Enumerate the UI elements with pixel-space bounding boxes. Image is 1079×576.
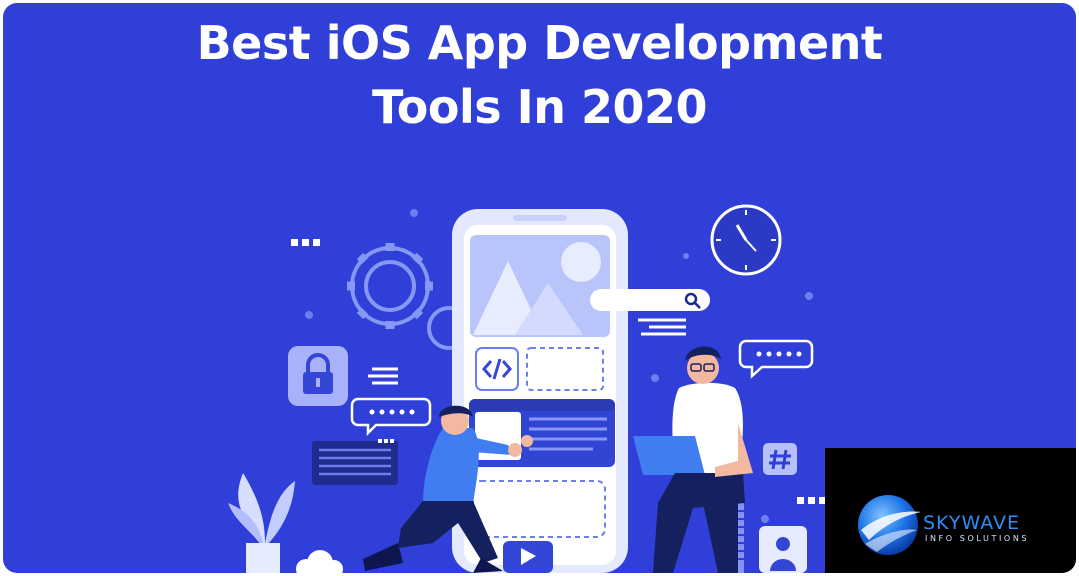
brand-name: SKYWAVE — [923, 512, 1020, 534]
hash-icon — [763, 443, 797, 475]
plant-icon — [228, 473, 295, 573]
search-bar-illustration — [590, 289, 710, 311]
brand-logo: SKYWAVE INFO SOLUTIONS — [825, 448, 1076, 573]
banner-image: Best iOS App Development Tools In 2020 S… — [3, 3, 1076, 573]
brand-tagline: INFO SOLUTIONS — [925, 534, 1030, 543]
code-window — [312, 439, 398, 485]
clock-icon — [710, 204, 782, 276]
gear-icon — [347, 243, 433, 329]
cloud-icon — [296, 550, 343, 573]
globe-logo-icon — [858, 495, 921, 555]
person-developer-right — [633, 346, 753, 573]
lock-icon — [288, 346, 348, 406]
user-icon — [759, 526, 807, 573]
